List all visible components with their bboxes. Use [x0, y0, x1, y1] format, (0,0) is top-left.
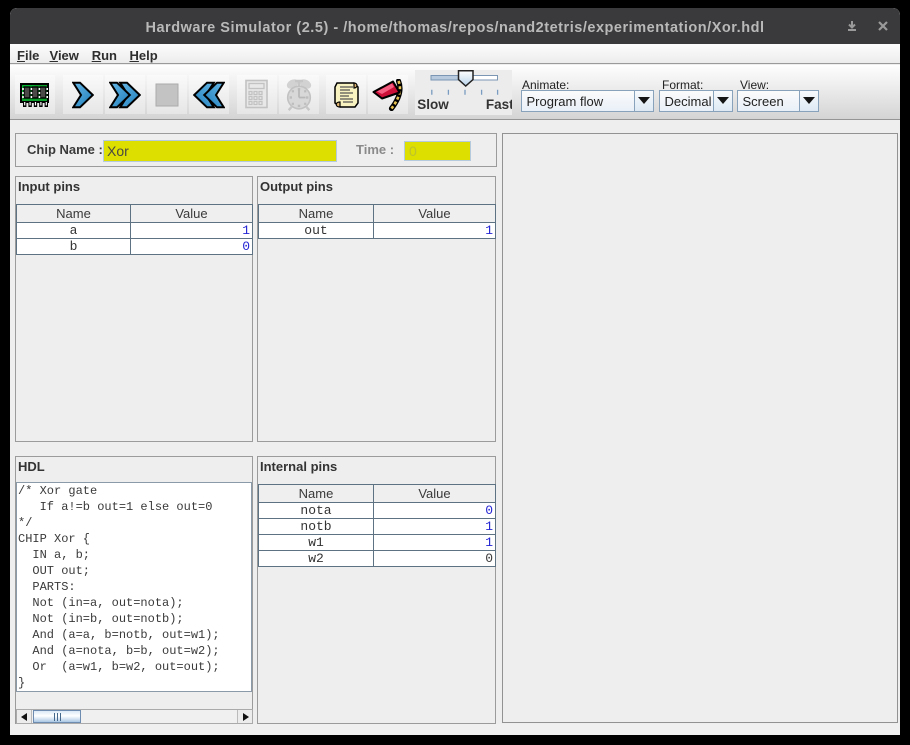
svg-text:Fast: Fast — [486, 97, 512, 112]
svg-text:Slow: Slow — [417, 97, 449, 112]
